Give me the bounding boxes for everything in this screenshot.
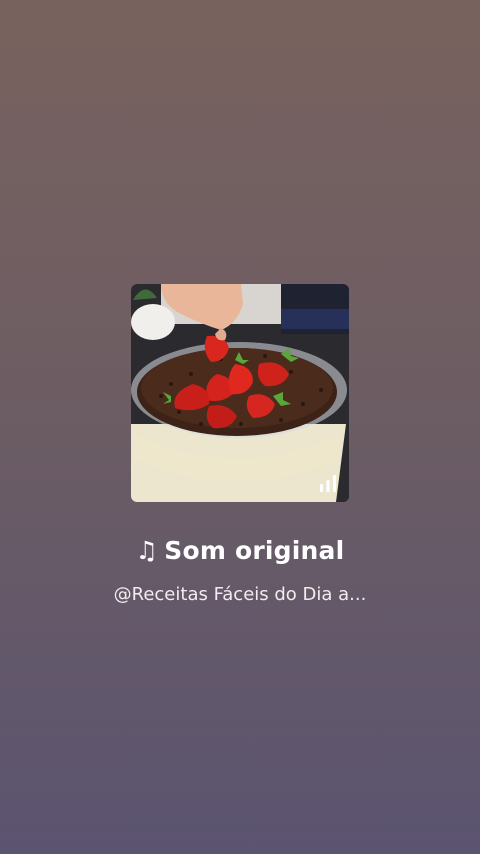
audio-cover-art[interactable] (131, 284, 349, 502)
audio-author-link[interactable]: @Receitas Fáceis do Dia a... (0, 584, 480, 605)
audio-title-text: Som original (164, 536, 345, 565)
audio-title[interactable]: ♫ Som original (0, 536, 480, 565)
audio-bars-icon (320, 475, 336, 492)
dessert-image (131, 284, 349, 502)
music-note-icon: ♫ (135, 536, 159, 565)
